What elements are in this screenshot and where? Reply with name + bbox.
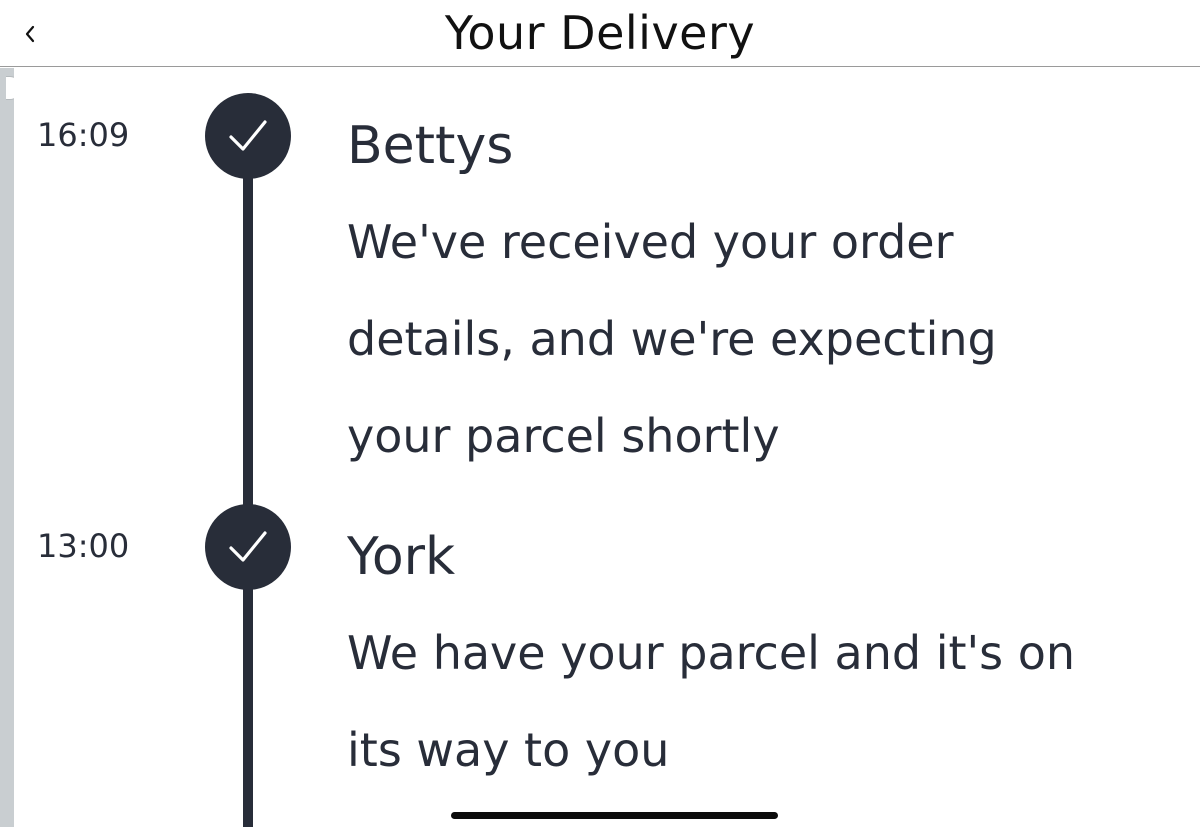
event-description-line: your parcel shortly: [347, 409, 780, 463]
page-title: Your Delivery: [444, 6, 756, 60]
event-location: York: [347, 527, 456, 587]
side-edge: [0, 68, 14, 827]
event-time: 16:09: [37, 116, 130, 154]
event-description: We have your parcel and it's on its way …: [347, 605, 1177, 799]
event-description-line: details, and we're expecting: [347, 312, 997, 366]
event-description-line: We've received your order: [347, 215, 954, 269]
check-icon: [205, 93, 291, 179]
event-description-line: We have your parcel and it's on: [347, 626, 1076, 680]
top-nav-bar: Your Delivery: [0, 0, 1200, 67]
check-icon: [205, 504, 291, 590]
timeline-connector: [243, 580, 253, 827]
event-time: 13:00: [37, 527, 130, 565]
event-description: We've received your order details, and w…: [347, 194, 1177, 485]
event-location: Bettys: [347, 116, 514, 176]
timeline-connector: [243, 168, 253, 513]
home-indicator[interactable]: [451, 812, 778, 819]
event-description-line: its way to you: [347, 723, 670, 777]
delivery-timeline: 16:09 Bettys We've received your order d…: [14, 68, 1200, 827]
